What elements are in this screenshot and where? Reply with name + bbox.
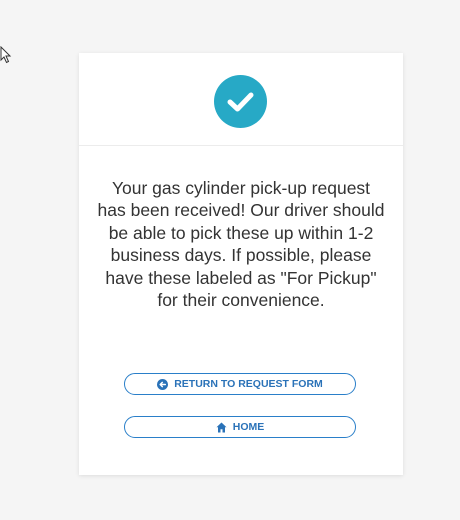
return-to-request-form-button[interactable]: RETURN TO REQUEST FORM: [124, 373, 356, 395]
arrow-circle-left-icon: [157, 378, 169, 390]
home-button-label: HOME: [232, 421, 265, 433]
card-header: [79, 53, 403, 146]
confirmation-message: Your gas cylinder pick-up request has be…: [97, 178, 385, 311]
return-button-label: RETURN TO REQUEST FORM: [174, 378, 323, 390]
checkmark-circle-icon: [214, 75, 267, 128]
confirmation-card: Your gas cylinder pick-up request has be…: [79, 53, 403, 475]
page: Your gas cylinder pick-up request has be…: [0, 0, 460, 520]
home-icon: [216, 422, 227, 433]
home-button[interactable]: HOME: [124, 416, 356, 438]
mouse-cursor-icon: [0, 45, 12, 64]
